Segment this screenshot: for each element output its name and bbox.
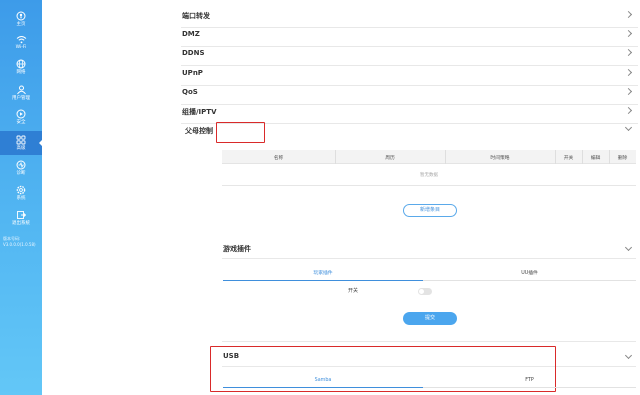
nav-item-network[interactable]: 网络 — [0, 59, 42, 76]
nav-label: 用户管理 — [12, 96, 30, 101]
gear-icon — [16, 185, 26, 195]
highlight-box — [216, 122, 265, 143]
column-header: 删除 — [617, 156, 628, 161]
nav-item-advanced[interactable]: 高级 — [0, 131, 42, 155]
row-label: 端口转发 — [182, 12, 210, 20]
nav-label: 系统 — [16, 196, 26, 201]
switch-label: 开关 — [348, 288, 359, 294]
tab-ftp[interactable]: FTP — [423, 376, 636, 388]
nav-label: 安全 — [16, 120, 26, 125]
nav-label: 主页 — [16, 22, 26, 27]
chevron-right-icon — [624, 68, 633, 77]
chevron-right-icon — [624, 87, 633, 96]
column-header: 时间策略 — [490, 156, 510, 161]
nav-label: 高级 — [16, 146, 26, 151]
empty-state: 暂无数据 — [420, 173, 438, 178]
nav-item-security[interactable]: 安全 — [0, 109, 42, 126]
chevron-down-icon[interactable] — [624, 243, 633, 252]
tab-samba[interactable]: Samba — [223, 376, 423, 388]
chevron-down-icon — [624, 123, 633, 132]
chevron-down-icon[interactable] — [624, 351, 633, 360]
column-header: 编辑 — [590, 156, 601, 161]
nav-item-system[interactable]: 系统 — [0, 185, 42, 202]
submit-button[interactable]: 提交 — [403, 312, 457, 325]
nav-item-logout[interactable]: 退出系统 — [0, 210, 42, 227]
globe-icon — [16, 59, 26, 69]
add-entry-button[interactable]: 新增条目 — [403, 204, 457, 217]
column-header: 名称 — [273, 156, 284, 161]
nav-item-home[interactable]: 主页 — [0, 11, 42, 28]
nav-item-users[interactable]: 用户管理 — [0, 85, 42, 102]
tab-uu-plugin[interactable]: UU插件 — [423, 269, 636, 281]
plugin-toggle[interactable] — [418, 288, 432, 295]
firmware-version: 版本号码: V3.0.0.0(1.0.58) — [3, 236, 41, 248]
version-value: V3.0.0.0(1.0.58) — [3, 242, 36, 247]
diagnostic-icon — [16, 160, 26, 170]
nav-label: Wi-Fi — [15, 45, 27, 50]
row-label: 组播/IPTV — [182, 108, 217, 116]
row-label: UPnP — [182, 69, 203, 77]
row-label: DMZ — [182, 30, 200, 38]
users-icon — [16, 85, 27, 95]
nav-item-wifi[interactable]: Wi-Fi — [0, 35, 42, 51]
tab-player-plugin[interactable]: 玩家插件 — [223, 269, 423, 281]
row-label: QoS — [182, 88, 198, 96]
column-header: 开关 — [563, 156, 574, 161]
row-label: DDNS — [182, 49, 205, 57]
table-header: 名称 周历 时间策略 开关 编辑 删除 — [222, 150, 636, 164]
shield-icon — [16, 109, 26, 119]
sidebar: 主页 Wi-Fi 网络 用户管理 安全 高级 诊断 系统 退出系统 版本号码: … — [0, 0, 42, 395]
section-title: 游戏插件 — [223, 245, 251, 253]
chevron-right-icon — [624, 29, 633, 38]
chevron-right-icon — [624, 48, 633, 57]
parental-table: 名称 周历 时间策略 开关 编辑 删除 暂无数据 — [222, 150, 636, 186]
divider — [222, 341, 636, 342]
toggle-knob — [419, 289, 424, 294]
chevron-right-icon — [624, 106, 633, 115]
grid-icon — [16, 135, 26, 145]
nav-label: 网络 — [16, 70, 26, 75]
chevron-right-icon — [624, 10, 633, 19]
column-header: 周历 — [385, 156, 395, 161]
active-indicator — [39, 140, 42, 146]
logout-icon — [16, 210, 26, 220]
section-title: 父母控制 — [185, 127, 213, 135]
nav-item-diagnostics[interactable]: 诊断 — [0, 160, 42, 177]
wifi-icon — [16, 35, 27, 44]
home-icon — [16, 11, 26, 21]
nav-label: 退出系统 — [12, 221, 30, 226]
divider — [222, 258, 636, 259]
nav-label: 诊断 — [16, 171, 26, 176]
